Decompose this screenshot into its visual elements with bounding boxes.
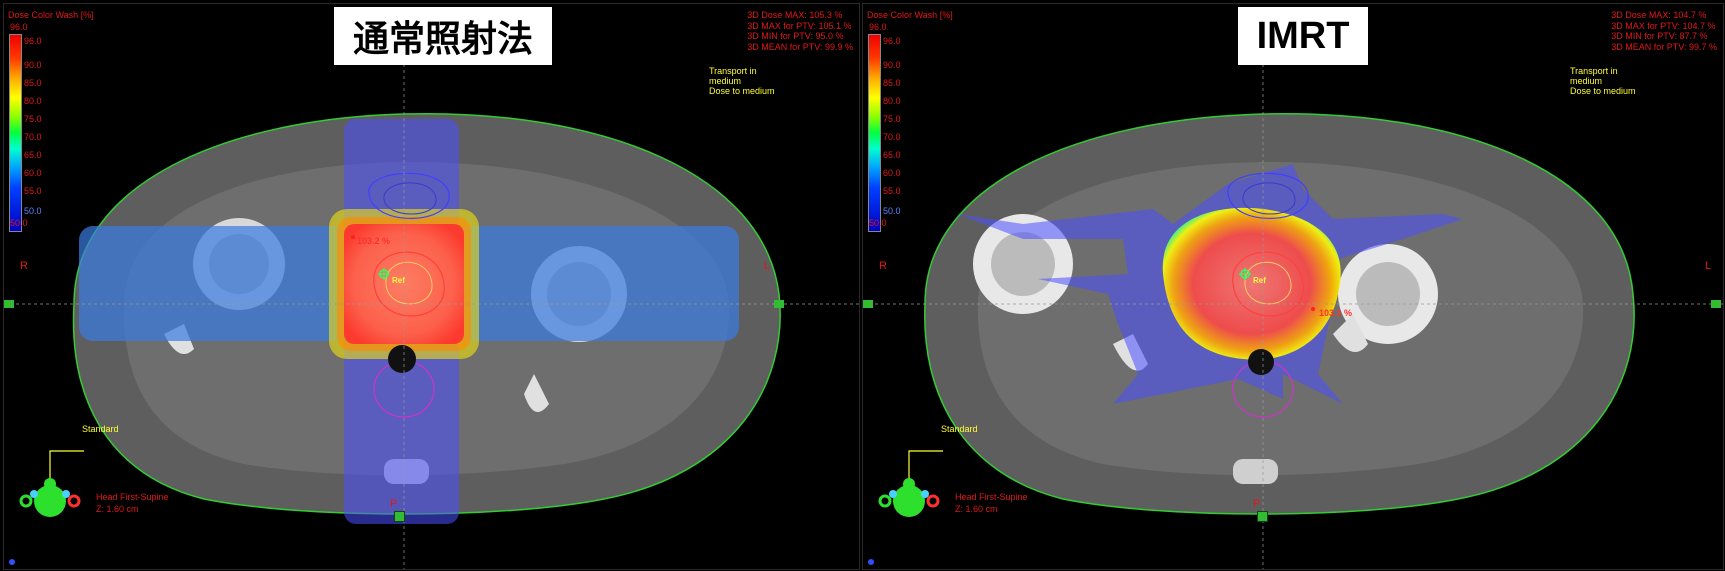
transport-info: Transport in medium Dose to medium: [709, 66, 775, 96]
hotspot-marker: [351, 235, 355, 239]
colorbar-max: 96.0: [869, 22, 887, 32]
stat-ptv-min: 3D MIN for PTV: 95.0 %: [747, 31, 844, 41]
stat-ptv-max: 3D MAX for PTV: 105.1 %: [747, 20, 852, 31]
colorbar-tick: 80.0: [883, 96, 901, 106]
colorbar-min: 50.0: [10, 218, 28, 228]
crosshair-handle-left[interactable]: [863, 300, 873, 308]
colorbar-tick: 65.0: [883, 150, 901, 160]
orientation-right: R: [20, 260, 28, 272]
ref-label: Ref: [1253, 276, 1266, 285]
panel-title: IMRT: [1238, 7, 1368, 65]
colorbar-tick: 90.0: [24, 60, 42, 70]
hotspot-label: 103.1 %: [1319, 308, 1353, 318]
ref-label: Ref: [392, 276, 405, 285]
patient-orientation-icon: [878, 478, 940, 517]
stat-ptv-mean: 3D MEAN for PTV: 99.9 %: [747, 41, 853, 52]
colorbar-tick: 85.0: [24, 78, 42, 88]
crosshair-handle-bottom[interactable]: [1257, 511, 1268, 522]
conventional-plan-view[interactable]: 通常照射法 Dose Color Wash [%] 96.0 96.0 90.0…: [3, 3, 860, 570]
stat-dose-max: 3D Dose MAX: 105.3 %: [747, 10, 843, 20]
colorbar-min: 50.0: [869, 218, 887, 228]
colorbar-tick: 70.0: [24, 132, 42, 142]
colorbar-tick: 60.0: [883, 168, 901, 178]
orientation-posterior: P: [1253, 498, 1261, 510]
colorbar-tick: 80.0: [24, 96, 42, 106]
hotspot-marker: [1311, 307, 1315, 311]
dose-comparison-screen: 通常照射法 Dose Color Wash [%] 96.0 96.0 90.0…: [0, 0, 1725, 571]
stat-ptv-max: 3D MAX for PTV: 104.7 %: [1611, 20, 1716, 31]
colorbar-tick: 55.0: [883, 186, 901, 196]
colorbar-tick: 65.0: [24, 150, 42, 160]
colorbar-max: 96.0: [10, 22, 28, 32]
dose-colorbar[interactable]: [9, 34, 22, 232]
imrt-plan-view[interactable]: IMRT Dose Color Wash [%] 96.0 96.0 90.0 …: [862, 3, 1724, 570]
colorbar-tick-low: 50.0: [883, 206, 901, 216]
stat-ptv-min: 3D MIN for PTV: 87.7 %: [1611, 31, 1708, 41]
dose-statistics: 3D Dose MAX: 105.3 % 3D MAX for PTV: 105…: [747, 10, 853, 52]
colorbar-tick-max: 96.0: [883, 36, 901, 46]
colorbar-tick: 55.0: [24, 186, 42, 196]
panel-title: 通常照射法: [334, 7, 552, 65]
colorbar-tick-low: 50.0: [24, 206, 42, 216]
colorbar-title: Dose Color Wash [%]: [8, 10, 94, 20]
crosshair-handle-right[interactable]: [774, 300, 784, 308]
colorbar-tick: 70.0: [883, 132, 901, 142]
colorbar-tick: 75.0: [24, 114, 42, 124]
view-standard-label[interactable]: Standard: [941, 424, 978, 434]
dose-colorbar[interactable]: [868, 34, 881, 232]
stat-dose-max: 3D Dose MAX: 104.7 %: [1611, 10, 1707, 20]
orientation-left: L: [764, 260, 771, 272]
orientation-right: R: [879, 260, 887, 272]
colorbar-tick-max: 96.0: [24, 36, 42, 46]
colorbar-tick: 60.0: [24, 168, 42, 178]
dose-statistics: 3D Dose MAX: 104.7 % 3D MAX for PTV: 104…: [1611, 10, 1717, 52]
hotspot-label: 103.2 %: [357, 236, 391, 246]
colorbar-tick: 75.0: [883, 114, 901, 124]
patient-position-info: Head First-Supine Z: 1.60 cm: [955, 492, 1028, 514]
orientation-left: L: [1705, 260, 1712, 272]
colorbar-tick: 90.0: [883, 60, 901, 70]
colorbar-title: Dose Color Wash [%]: [867, 10, 953, 20]
colorbar-tick: 85.0: [883, 78, 901, 88]
patient-orientation-icon: [19, 478, 81, 517]
crosshair-handle-left[interactable]: [4, 300, 14, 308]
crosshair-handle-bottom[interactable]: [394, 511, 405, 522]
orientation-posterior: P: [390, 498, 398, 510]
patient-position-info: Head First-Supine Z: 1.60 cm: [96, 492, 169, 514]
crosshair-handle-right[interactable]: [1711, 300, 1721, 308]
view-standard-label[interactable]: Standard: [82, 424, 119, 434]
stat-ptv-mean: 3D MEAN for PTV: 99.7 %: [1611, 41, 1717, 52]
transport-info: Transport in medium Dose to medium: [1570, 66, 1636, 96]
